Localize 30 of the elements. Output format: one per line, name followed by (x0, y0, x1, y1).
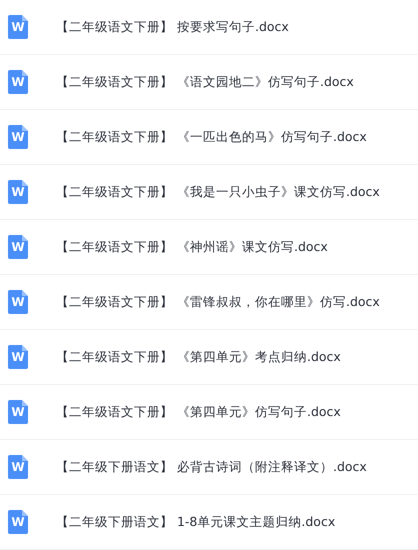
file-row[interactable]: W 【二年级语文下册】 《语文园地二》仿写句子.docx (0, 55, 418, 110)
file-row[interactable]: W 【二年级语文下册】 按要求写句子.docx (0, 0, 418, 55)
word-document-icon: W (8, 125, 28, 149)
file-row[interactable]: W 【二年级语文下册】 《一匹出色的马》仿写句子.docx (0, 110, 418, 165)
file-row[interactable]: W 【二年级下册语文】 必背古诗词（附注释译文）.docx (0, 440, 418, 495)
word-document-icon: W (8, 180, 28, 204)
word-document-icon: W (8, 510, 28, 534)
word-document-icon: W (8, 70, 28, 94)
file-row[interactable]: W 【二年级语文下册】 《第四单元》考点归纳.docx (0, 330, 418, 385)
file-row[interactable]: W 【二年级语文下册】 《雷锋叔叔，你在哪里》仿写.docx (0, 275, 418, 330)
file-name: 【二年级语文下册】 《神州谣》课文仿写.docx (56, 238, 328, 256)
word-document-icon: W (8, 400, 28, 424)
word-document-icon: W (8, 235, 28, 259)
file-row[interactable]: W 【二年级语文下册】 《第四单元》仿写句子.docx (0, 385, 418, 440)
file-name: 【二年级下册语文】 1-8单元课文主题归纳.docx (56, 514, 336, 530)
file-row[interactable]: W 【二年级语文下册】 《我是一只小虫子》课文仿写.docx (0, 165, 418, 220)
file-name: 【二年级语文下册】 《雷锋叔叔，你在哪里》仿写.docx (56, 294, 380, 310)
file-name: 【二年级语文下册】 《第四单元》仿写句子.docx (56, 404, 341, 420)
file-name: 【二年级语文下册】 按要求写句子.docx (56, 18, 289, 36)
file-name: 【二年级语文下册】 《一匹出色的马》仿写句子.docx (56, 128, 367, 146)
word-document-icon: W (8, 15, 28, 39)
word-document-icon: W (8, 345, 28, 369)
file-name: 【二年级语文下册】 《第四单元》考点归纳.docx (56, 348, 341, 366)
word-document-icon: W (8, 455, 28, 479)
file-name: 【二年级语文下册】 《我是一只小虫子》课文仿写.docx (56, 184, 380, 200)
file-name: 【二年级语文下册】 《语文园地二》仿写句子.docx (56, 74, 354, 90)
file-row[interactable]: W 【二年级语文下册】 《神州谣》课文仿写.docx (0, 220, 418, 275)
file-row[interactable]: W 【二年级下册语文】 1-8单元课文主题归纳.docx (0, 495, 418, 550)
file-name: 【二年级下册语文】 必背古诗词（附注释译文）.docx (56, 458, 367, 476)
word-document-icon: W (8, 290, 28, 314)
